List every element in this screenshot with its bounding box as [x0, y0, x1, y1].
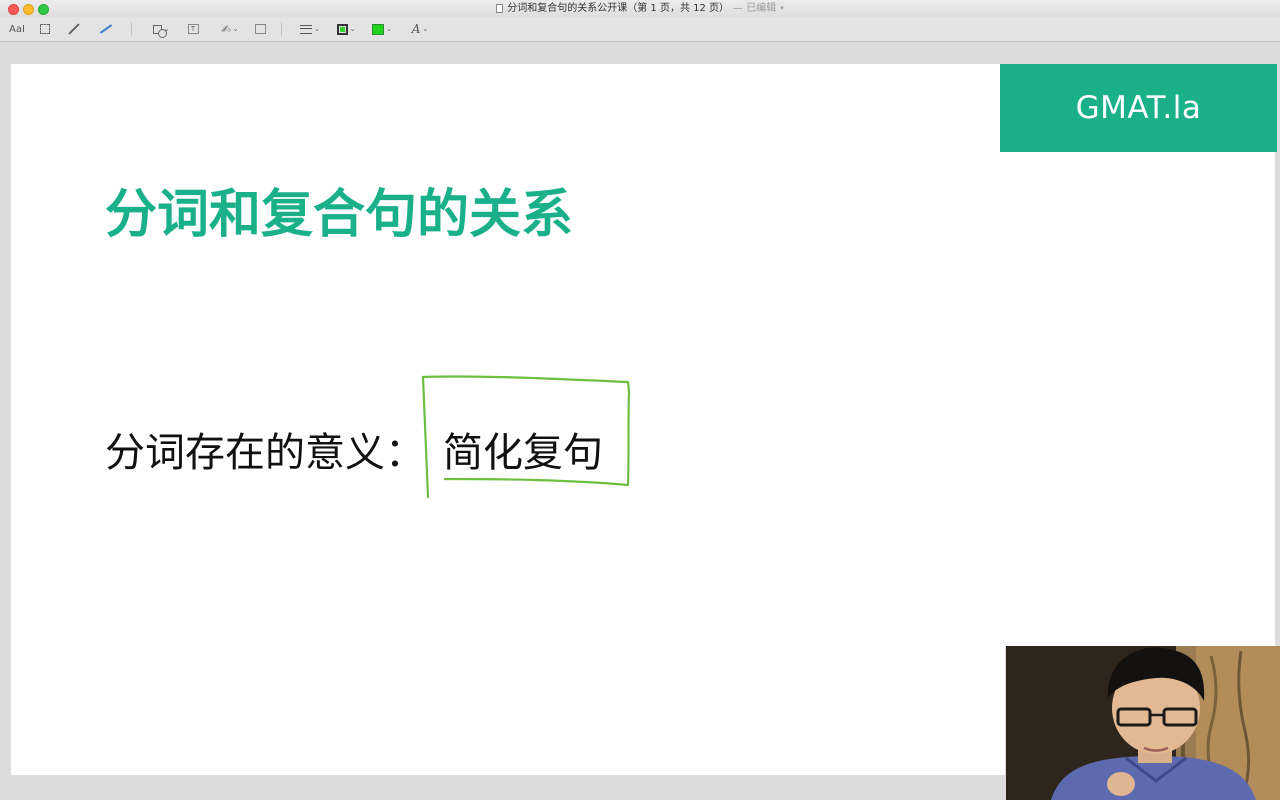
window-title: 分词和复合句的关系公开课（第 1 页，共 12 页）	[507, 3, 730, 14]
note-icon[interactable]	[253, 21, 267, 37]
document-icon	[496, 4, 504, 13]
sign-icon[interactable]: ✍ ⌄	[216, 21, 244, 37]
brand-logo: GMAT.la	[1000, 64, 1277, 152]
edited-status: — 已编辑	[733, 3, 777, 14]
maximize-window-button[interactable]	[38, 4, 49, 15]
brand-text: GMAT.la	[1075, 90, 1202, 126]
window-title-group[interactable]: 分词和复合句的关系公开课（第 1 页，共 12 页） — 已编辑 ▾	[496, 0, 784, 17]
toolbar-divider	[131, 22, 132, 36]
text-style-icon[interactable]: AaI	[6, 21, 28, 37]
shape-style-icon[interactable]: ⌄	[297, 21, 323, 37]
text-format-icon[interactable]: A ⌄	[407, 21, 433, 37]
slide-body-text: 分词存在的意义：	[105, 430, 425, 476]
markup-toolbar: AaI ⌄ T ✍ ⌄ ⌄ ⌄ ⌄ A ⌄	[0, 17, 1280, 42]
fill-color-icon[interactable]: ⌄	[369, 21, 395, 37]
shapes-icon[interactable]: ⌄	[148, 21, 174, 38]
border-color-icon[interactable]: ⌄	[333, 21, 359, 37]
window-titlebar: 分词和复合句的关系公开课（第 1 页，共 12 页） — 已编辑 ▾	[0, 0, 1280, 17]
slide-title: 分词和复合句的关系	[105, 185, 574, 245]
text-box-icon[interactable]: T	[186, 21, 200, 37]
rectangle-select-icon[interactable]	[38, 21, 52, 37]
minimize-window-button[interactable]	[23, 4, 34, 15]
close-window-button[interactable]	[8, 4, 19, 15]
slide-answer-text: 简化复句	[443, 430, 603, 476]
presenter-image	[1006, 646, 1280, 800]
toolbar-divider	[281, 22, 282, 36]
text-style-label: AaI	[9, 23, 25, 35]
sketch-pen-icon[interactable]	[66, 21, 82, 37]
presenter-webcam	[1006, 646, 1280, 800]
chevron-down-icon: ▾	[780, 4, 784, 12]
draw-icon[interactable]	[97, 21, 115, 37]
